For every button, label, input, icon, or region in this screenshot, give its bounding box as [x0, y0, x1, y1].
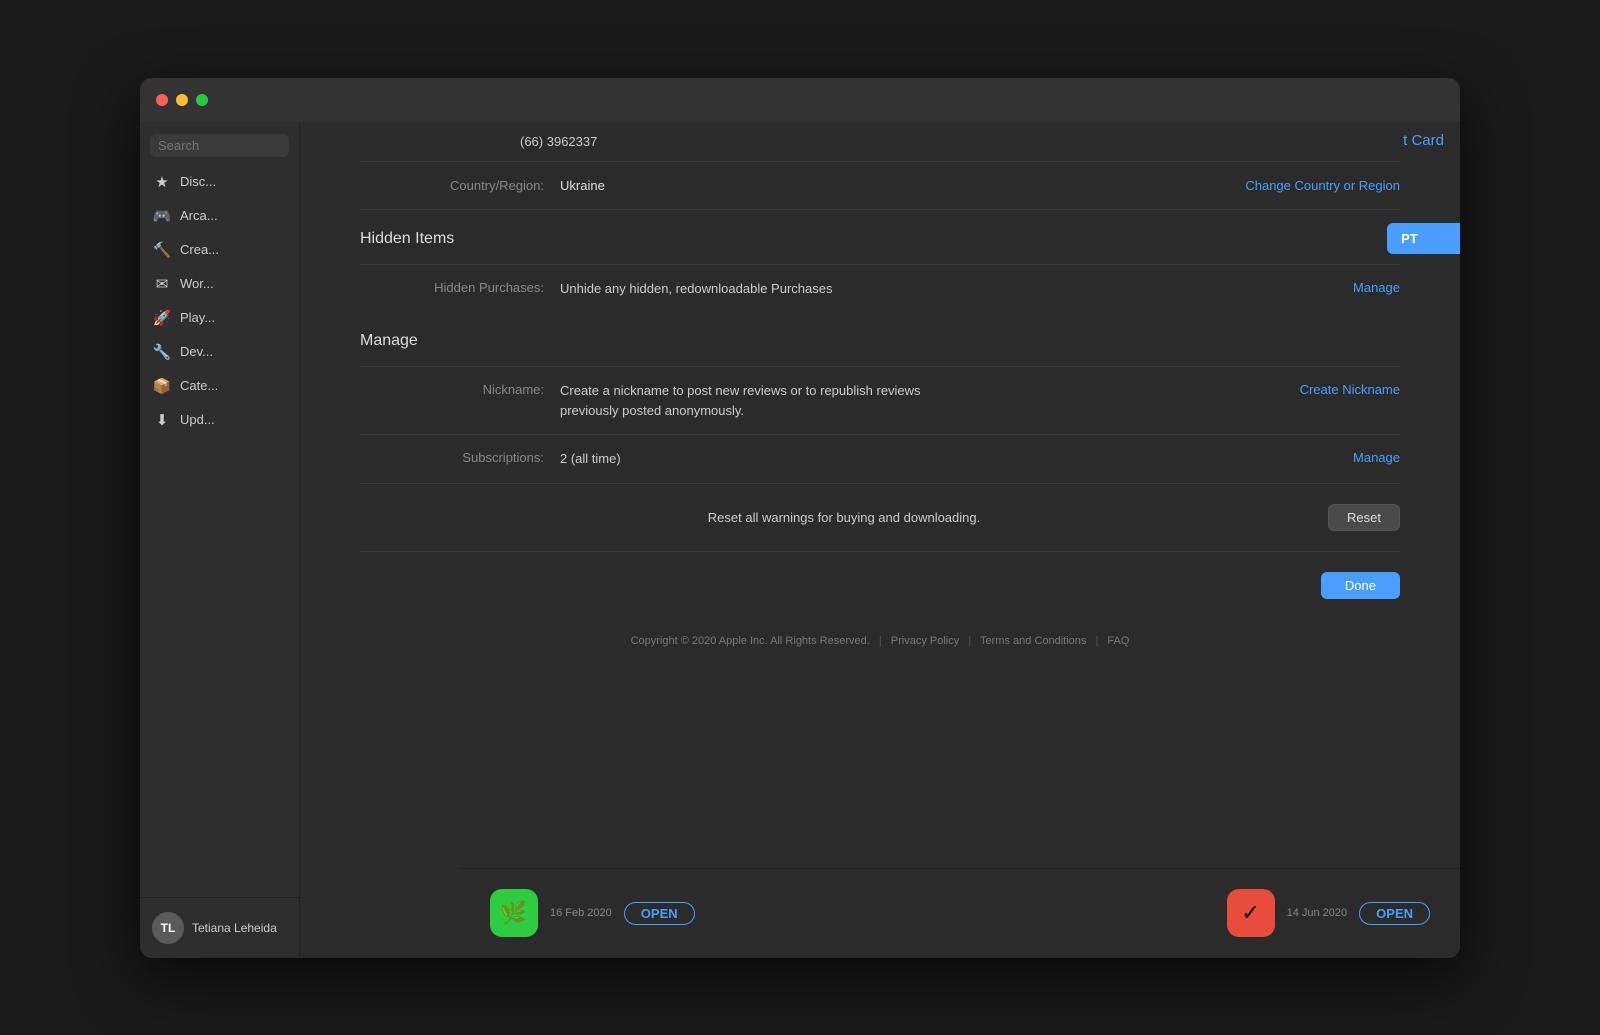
- sidebar-item-work[interactable]: ✉ Wor...: [140, 267, 299, 301]
- wrench-icon: 🔧: [152, 343, 172, 361]
- app-date-1: 16 Feb 2020: [550, 907, 612, 919]
- footer: Copyright © 2020 Apple Inc. All Rights R…: [360, 619, 1400, 667]
- sidebar-item-discover[interactable]: ★ Disc...: [140, 165, 299, 199]
- footer-separator-1: |: [879, 635, 882, 647]
- sidebar: ★ Disc... 🎮 Arca... 🔨 Crea... ✉ Wor... 🚀…: [140, 78, 300, 958]
- main-content: (66) 3962337 Country/Region: Ukraine Cha…: [300, 78, 1460, 958]
- username-label: Tetiana Leheida: [192, 921, 277, 935]
- traffic-lights: [156, 94, 208, 106]
- arcade-icon: 🎮: [152, 207, 172, 225]
- country-row: Country/Region: Ukraine Change Country o…: [360, 162, 1400, 210]
- phone-row: (66) 3962337: [360, 122, 1400, 162]
- app-card-1: 🌿 16 Feb 2020 OPEN: [490, 889, 695, 937]
- change-country-link[interactable]: Change Country or Region: [1245, 178, 1400, 193]
- sidebar-item-label: Arca...: [180, 208, 218, 223]
- paper-plane-icon: ✉: [152, 275, 172, 293]
- manage-section: Manage Nickname: Create a nickname to po…: [360, 312, 1400, 483]
- search-input[interactable]: [150, 134, 289, 157]
- footer-separator-3: |: [1095, 635, 1098, 647]
- reset-row: Reset all warnings for buying and downlo…: [360, 483, 1400, 551]
- reset-text: Reset all warnings for buying and downlo…: [360, 510, 1328, 525]
- hidden-items-title: Hidden Items: [360, 230, 1400, 248]
- sidebar-item-arcade[interactable]: 🎮 Arca...: [140, 199, 299, 233]
- subscriptions-label: Subscriptions:: [360, 449, 560, 465]
- phone-number: (66) 3962337: [520, 134, 597, 149]
- sidebar-item-label: Crea...: [180, 242, 219, 257]
- card-partial-label[interactable]: t Card: [1387, 122, 1460, 159]
- subscriptions-row: Subscriptions: 2 (all time) Manage: [360, 434, 1400, 483]
- done-button[interactable]: Done: [1321, 572, 1400, 599]
- sidebar-item-label: Play...: [180, 310, 215, 325]
- copyright-text: Copyright © 2020 Apple Inc. All Rights R…: [631, 635, 870, 647]
- sidebar-item-label: Upd...: [180, 412, 215, 427]
- nickname-value: Create a nickname to post new reviews or…: [560, 381, 1300, 420]
- close-button[interactable]: [156, 94, 168, 106]
- hidden-purchases-row: Hidden Purchases: Unhide any hidden, red…: [360, 264, 1400, 313]
- manage-subscriptions-link[interactable]: Manage: [1353, 449, 1400, 465]
- subscriptions-value: 2 (all time): [560, 449, 1353, 469]
- hammer-icon: 🔨: [152, 241, 172, 259]
- titlebar: [140, 78, 1460, 122]
- pt-partial-button[interactable]: PT: [1387, 223, 1460, 254]
- sidebar-item-label: Dev...: [180, 344, 213, 359]
- categories-icon: 📦: [152, 377, 172, 395]
- app-card-2: ✓ 14 Jun 2020 OPEN: [1227, 889, 1430, 937]
- app-info-2: 14 Jun 2020: [1287, 907, 1348, 919]
- sidebar-item-label: Disc...: [180, 174, 216, 189]
- country-value: Ukraine: [560, 178, 1245, 193]
- country-label: Country/Region:: [360, 178, 560, 193]
- right-partial: t Card PT: [1387, 122, 1460, 254]
- create-nickname-link[interactable]: Create Nickname: [1300, 381, 1400, 397]
- download-icon: ⬇: [152, 411, 172, 429]
- open-button-1[interactable]: OPEN: [624, 902, 695, 925]
- done-row: Done: [360, 551, 1400, 619]
- app-info-1: 16 Feb 2020: [550, 907, 612, 919]
- nickname-row: Nickname: Create a nickname to post new …: [360, 366, 1400, 434]
- sidebar-item-play[interactable]: 🚀 Play...: [140, 301, 299, 335]
- maximize-button[interactable]: [196, 94, 208, 106]
- manage-title: Manage: [360, 332, 1400, 350]
- scroll-area: (66) 3962337 Country/Region: Ukraine Cha…: [300, 122, 1460, 958]
- app-icon-1: 🌿: [490, 889, 538, 937]
- sidebar-user[interactable]: TL Tetiana Leheida: [140, 897, 299, 958]
- footer-separator-2: |: [968, 635, 971, 647]
- sidebar-item-label: Wor...: [180, 276, 214, 291]
- open-button-2[interactable]: OPEN: [1359, 902, 1430, 925]
- nickname-label: Nickname:: [360, 381, 560, 397]
- faq-link[interactable]: FAQ: [1107, 635, 1129, 647]
- minimize-button[interactable]: [176, 94, 188, 106]
- rocket-icon: 🚀: [152, 309, 172, 327]
- reset-button[interactable]: Reset: [1328, 504, 1400, 531]
- app-date-2: 14 Jun 2020: [1287, 907, 1348, 919]
- privacy-policy-link[interactable]: Privacy Policy: [891, 635, 959, 647]
- app-bottom-row: 🌿 16 Feb 2020 OPEN ✓ 14 Jun 2020 OPEN: [460, 868, 1460, 958]
- manage-hidden-link[interactable]: Manage: [1353, 279, 1400, 295]
- app-icon-2: ✓: [1227, 889, 1275, 937]
- hidden-purchases-label: Hidden Purchases:: [360, 279, 560, 295]
- star-icon: ★: [152, 173, 172, 191]
- hidden-purchases-value: Unhide any hidden, redownloadable Purcha…: [560, 279, 1353, 299]
- sidebar-item-categories[interactable]: 📦 Cate...: [140, 369, 299, 403]
- hidden-items-section: Hidden Items Hidden Purchases: Unhide an…: [360, 210, 1400, 313]
- sidebar-item-develop[interactable]: 🔧 Dev...: [140, 335, 299, 369]
- sidebar-item-label: Cate...: [180, 378, 218, 393]
- terms-link[interactable]: Terms and Conditions: [980, 635, 1086, 647]
- sidebar-item-updates[interactable]: ⬇ Upd...: [140, 403, 299, 437]
- avatar: TL: [152, 912, 184, 944]
- sidebar-item-create[interactable]: 🔨 Crea...: [140, 233, 299, 267]
